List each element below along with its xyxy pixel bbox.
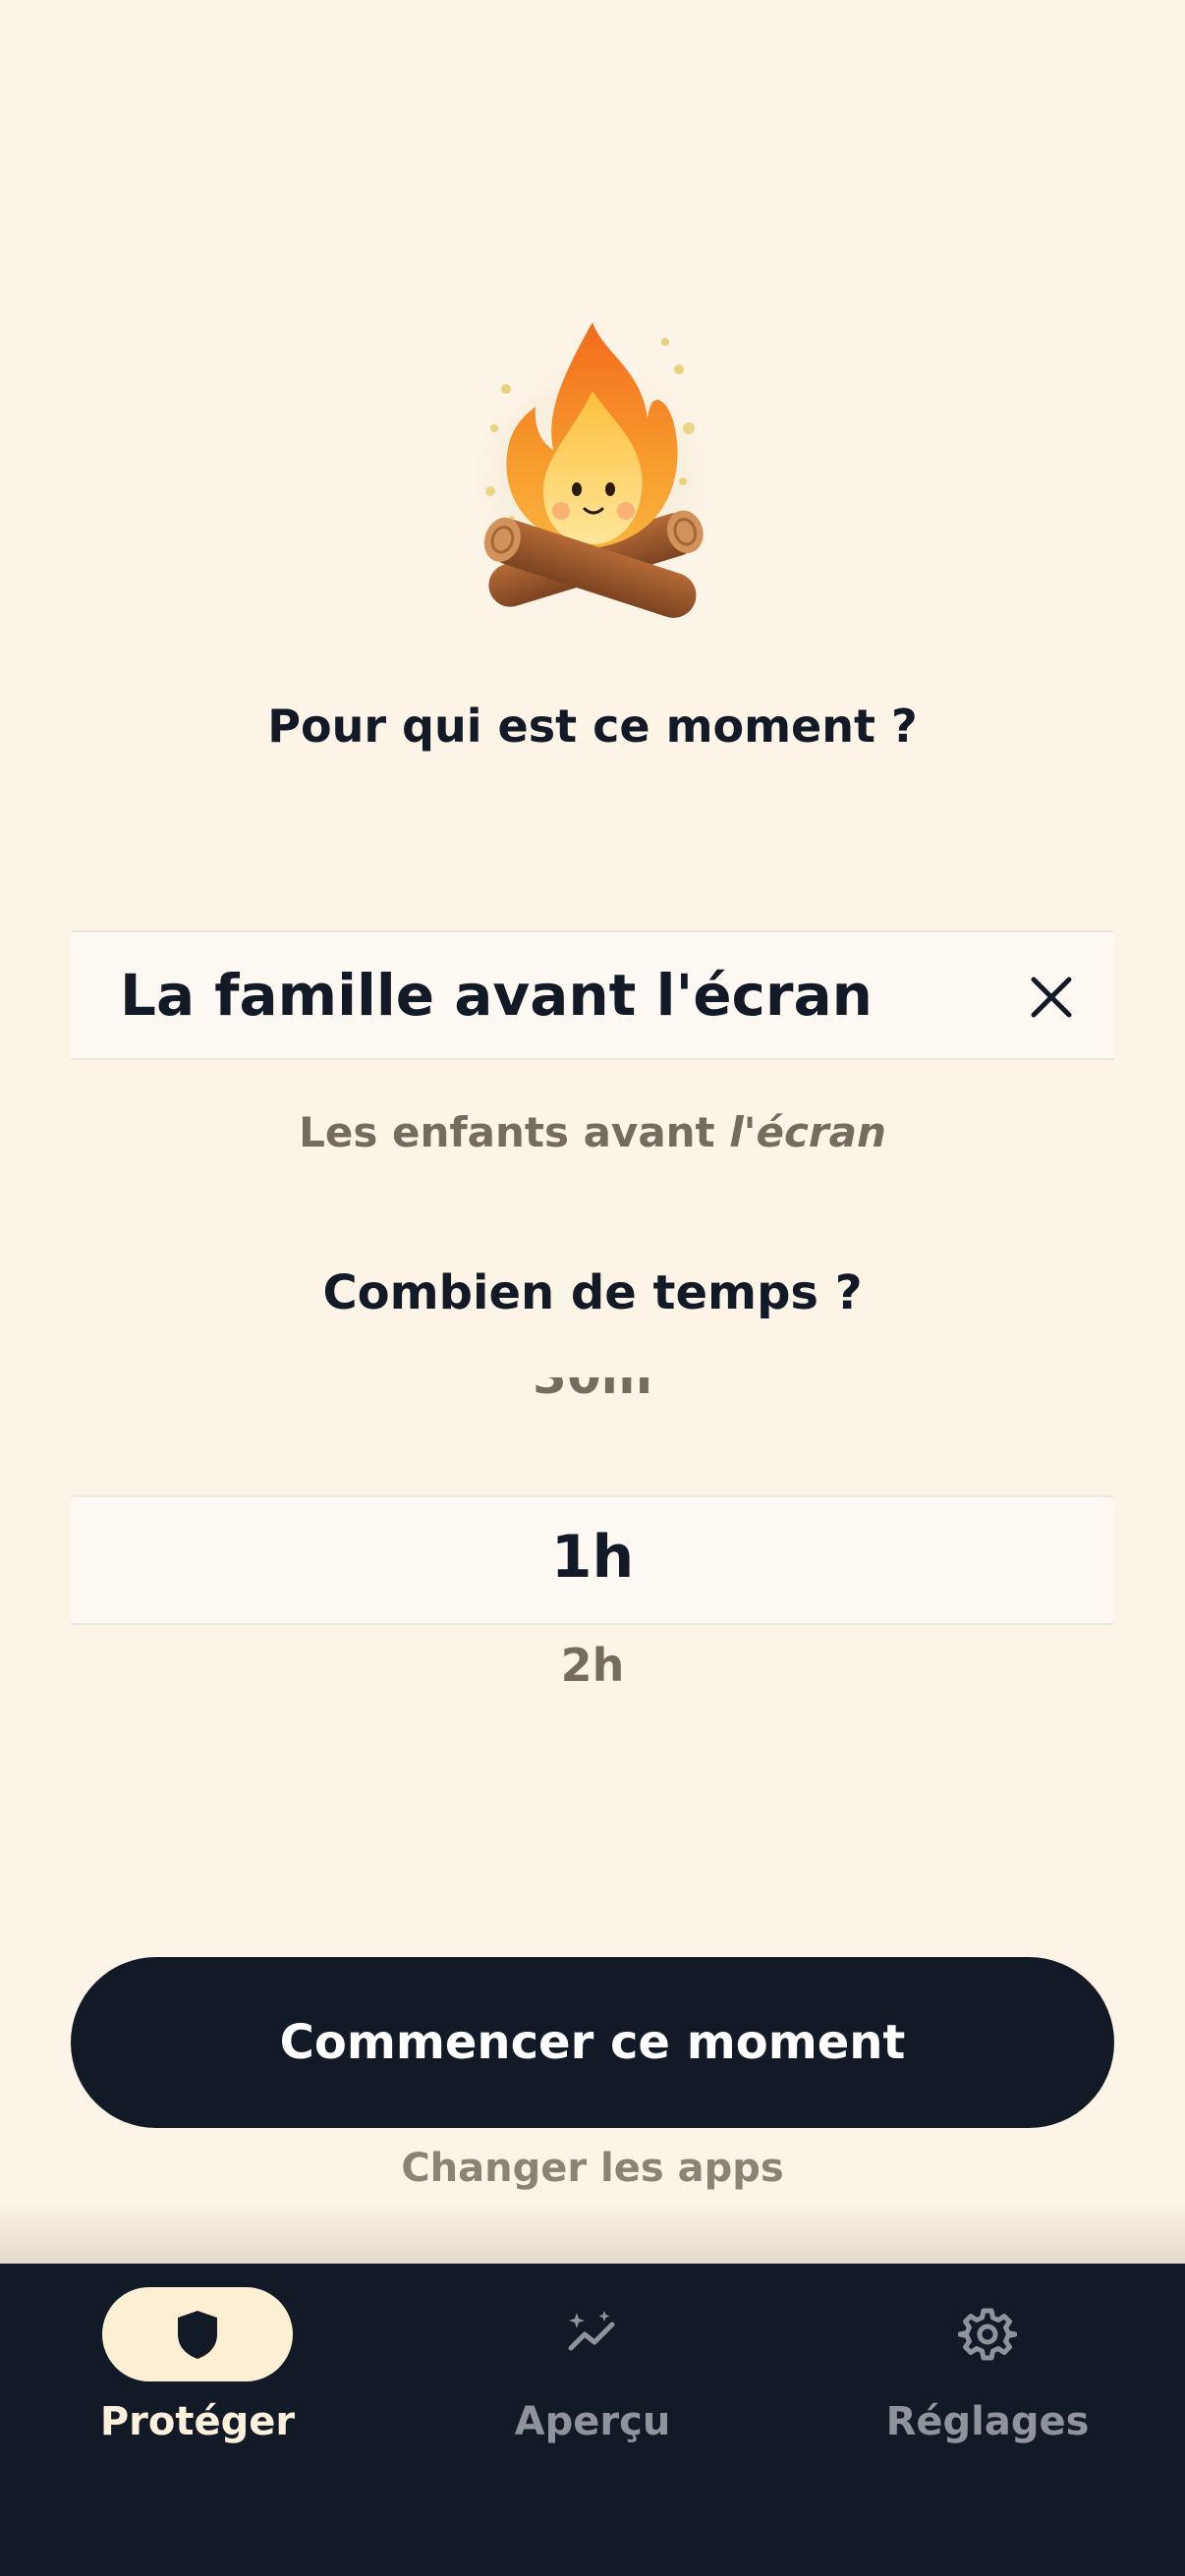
- sparkle-chart-icon: [563, 2305, 622, 2364]
- close-icon[interactable]: [1024, 970, 1079, 1025]
- bottom-nav: Protéger Aperçu Réglages: [0, 2264, 1185, 2576]
- intention-option-alternative[interactable]: Les enfants avant l'écran: [0, 1108, 1185, 1156]
- gear-icon: [957, 2305, 1018, 2364]
- nav-item-settings[interactable]: Réglages: [790, 2264, 1185, 2480]
- duration-picker-selected[interactable]: 1h: [71, 1495, 1114, 1625]
- nav-label-settings: Réglages: [885, 2399, 1090, 2444]
- change-apps-link[interactable]: Changer les apps: [0, 2146, 1185, 2191]
- duration-option-previous[interactable]: 30m: [0, 1377, 1185, 1405]
- nav-item-overview[interactable]: Aperçu: [395, 2264, 790, 2480]
- duration-option-next[interactable]: 2h: [0, 1639, 1185, 1692]
- intention-option-emphasis: l'écran: [729, 1108, 886, 1156]
- duration-option-previous-clip: 30m: [0, 1377, 1185, 1411]
- nav-label-overview: Aperçu: [514, 2399, 671, 2444]
- intention-option-prefix: Les enfants avant: [299, 1108, 730, 1156]
- nav-item-protect[interactable]: Protéger: [0, 2264, 395, 2480]
- intention-picker-selected[interactable]: La famille avant l'écran: [71, 930, 1114, 1060]
- duration-selected-label: 1h: [550, 1523, 635, 1592]
- campfire-mascot-icon: [455, 312, 730, 637]
- duration-question: Combien de temps ?: [322, 1265, 863, 1320]
- nav-shadow: [0, 2201, 1185, 2264]
- nav-label-protect: Protéger: [99, 2399, 296, 2444]
- start-moment-button[interactable]: Commencer ce moment: [71, 1957, 1114, 2128]
- intention-selected-label: La famille avant l'écran: [120, 962, 873, 1029]
- intention-question: Pour qui est ce moment ?: [267, 700, 918, 753]
- shield-icon: [168, 2305, 227, 2364]
